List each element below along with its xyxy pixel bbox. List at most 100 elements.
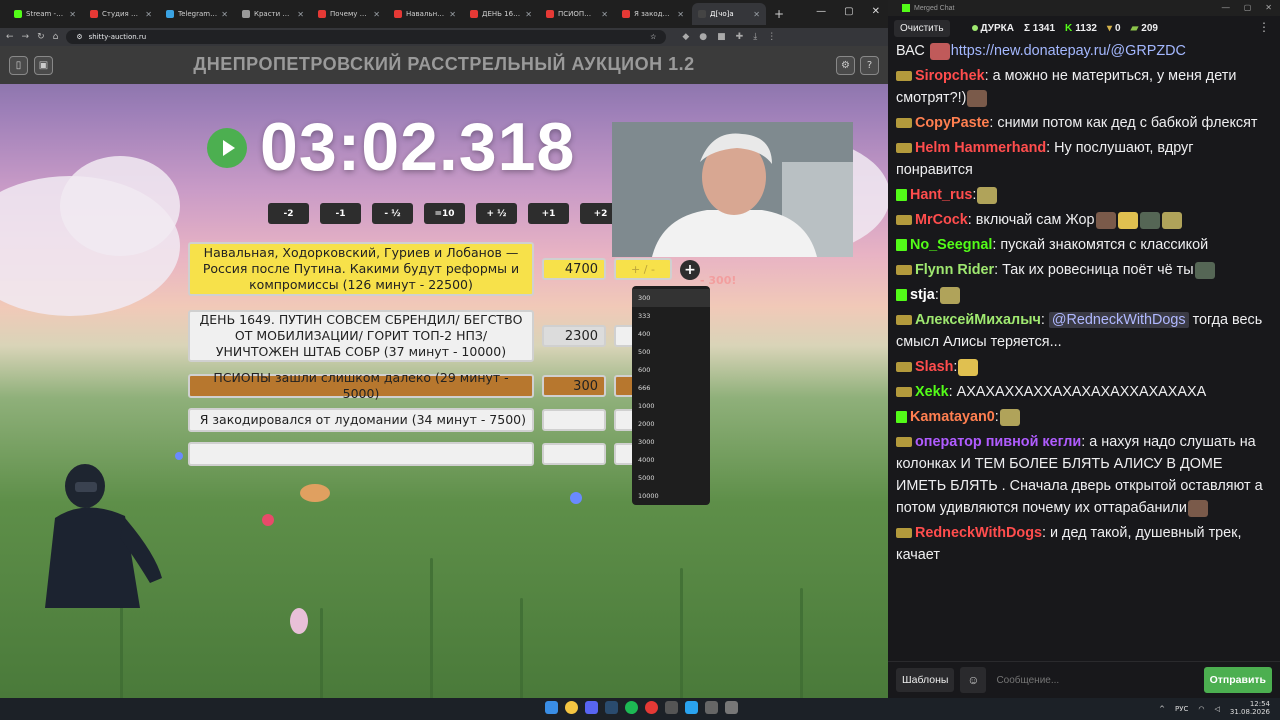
back-icon[interactable]: ← [6,32,14,42]
chat-mention[interactable]: @RedneckWithDogs [1048,312,1189,328]
chrome-icon[interactable] [565,701,578,714]
add-amount-button[interactable]: + [680,260,700,280]
chat-username[interactable]: No_Seegnal [910,237,992,253]
chat-username[interactable]: оператор пивной кегли [915,434,1081,450]
chat-username[interactable]: АлексейМихалыч [915,312,1041,328]
help-icon[interactable]: ? [860,56,879,75]
dropdown-option[interactable]: 300 [632,289,710,307]
dropdown-option[interactable]: 5000 [632,469,710,487]
tab-close-icon[interactable]: ✕ [601,10,608,19]
chat-username[interactable]: Slash [915,359,953,375]
url-field[interactable]: ⚙ shitty-auction.ru ☆ [66,30,667,44]
chat-username[interactable]: Helm Hammerhand [915,140,1046,156]
browser-tab[interactable]: Навальная, Хо✕ [388,3,462,25]
settings-gear-icon[interactable]: ⚙ [836,56,855,75]
close-icon[interactable]: ✕ [872,6,880,17]
chat-username[interactable]: MrCock [915,212,968,228]
templates-button[interactable]: Шаблоны [896,668,955,692]
wifi-icon[interactable]: ◠ [1198,705,1204,713]
minimize-icon[interactable]: — [816,6,826,17]
spotify-icon[interactable] [625,701,638,714]
menu-dots-icon[interactable]: ⋮ [767,32,776,42]
chat-link[interactable]: https://new.donatepay.ru/@GRPZDC [951,43,1186,59]
lot-amount[interactable]: 4700 [542,258,606,280]
chat-username[interactable]: Hant_rus [910,187,972,203]
browser-tab[interactable]: Красти Краб ✕ [236,3,310,25]
browser-tab[interactable]: Stream - Kick ✕ [8,3,82,25]
timer-step-button[interactable]: =10 [424,203,465,224]
tab-close-icon[interactable]: ✕ [69,10,76,19]
send-button[interactable]: Отправить [1203,667,1272,693]
new-tab-icon[interactable]: + [774,7,784,21]
timer-step-button[interactable]: - ½ [372,203,413,224]
tray-chevron-icon[interactable]: ^ [1159,705,1165,713]
lot-amount[interactable]: 2300 [542,325,606,347]
lot-name[interactable]: ДЕНЬ 1649. ПУТИН СОВСЕМ СБРЕНДИЛ/ БЕГСТВ… [188,310,534,362]
dropdown-option[interactable]: 3000 [632,433,710,451]
chat-username[interactable]: CopyPaste [915,115,989,131]
timer-step-button[interactable]: +1 [528,203,569,224]
app-icon[interactable] [665,701,678,714]
dropdown-option[interactable]: 1000 [632,397,710,415]
home-icon[interactable]: ⌂ [53,32,59,42]
tab-close-icon[interactable]: ✕ [753,10,760,19]
obs-icon[interactable] [645,701,658,714]
extension-icon[interactable]: ● [699,32,707,42]
browser-tab[interactable]: Я закодирова ✕ [616,3,690,25]
site-info-icon[interactable]: ⚙ [76,33,82,41]
app-icon[interactable] [725,701,738,714]
chat-menu-icon[interactable]: ⋮ [1258,20,1270,34]
browser-tab[interactable]: Д[чo]a ✕ [692,3,766,25]
lot-name[interactable]: Я закодировался от лудомании (34 минут -… [188,408,534,432]
start-icon[interactable] [545,701,558,714]
tab-close-icon[interactable]: ✕ [145,10,152,19]
browser-tab[interactable]: ПСИОПЫ заш ✕ [540,3,614,25]
chat-message-input[interactable] [992,667,1198,693]
puzzle-icon[interactable]: ✚ [736,32,744,42]
lot-amount[interactable]: 300 [542,375,606,397]
telegram-icon[interactable] [685,701,698,714]
download-icon[interactable]: ⤓ [753,32,757,42]
bookmark-star-icon[interactable]: ☆ [650,33,656,41]
browser-tab[interactable]: ДЕНЬ 1649. П ✕ [464,3,538,25]
lot-amount[interactable] [542,409,606,431]
maximize-icon[interactable]: ▢ [1244,3,1252,12]
browser-tab[interactable]: Почему самы ✕ [312,3,386,25]
chat-username[interactable]: Kamatayan0 [910,409,995,425]
lang-indicator[interactable]: РУС [1175,705,1188,713]
browser-tab[interactable]: Студия — VK ✕ [84,3,158,25]
tab-close-icon[interactable]: ✕ [297,10,304,19]
steam-icon[interactable] [605,701,618,714]
clear-chat-button[interactable]: Очистить [894,19,950,37]
play-button[interactable] [207,128,247,168]
dropdown-option[interactable]: 4000 [632,451,710,469]
extension-icon[interactable]: ■ [717,32,726,42]
lot-name[interactable] [188,442,534,466]
close-icon[interactable]: ✕ [1265,3,1272,12]
lot-name[interactable]: Навальная, Ходорковский, Гуриев и Лобано… [188,242,534,296]
dropdown-option[interactable]: 333 [632,307,710,325]
reload-icon[interactable]: ↻ [37,32,45,42]
chat-username[interactable]: RedneckWithDogs [915,525,1042,541]
app-icon[interactable] [705,701,718,714]
timer-step-button[interactable]: -2 [268,203,309,224]
tab-close-icon[interactable]: ✕ [373,10,380,19]
tab-close-icon[interactable]: ✕ [525,10,532,19]
lot-plus-minus-field[interactable]: + / - [614,258,672,280]
clock[interactable]: 12:54 31.08.2026 [1230,700,1270,716]
dropdown-option[interactable]: 400 [632,325,710,343]
volume-icon[interactable]: ◁ [1215,705,1220,713]
tab-close-icon[interactable]: ✕ [677,10,684,19]
minimize-icon[interactable]: — [1222,3,1230,12]
dropdown-option[interactable]: 600 [632,361,710,379]
lot-name[interactable]: ПСИОПЫ зашли слишком далеко (29 минут - … [188,370,534,401]
dropdown-option[interactable]: 500 [632,343,710,361]
tab-close-icon[interactable]: ✕ [221,10,228,19]
maximize-icon[interactable]: ▢ [844,6,853,17]
dropdown-option[interactable]: 666 [632,379,710,397]
timer-step-button[interactable]: + ½ [476,203,517,224]
emoji-picker-icon[interactable]: ☺ [960,667,987,693]
dropdown-option[interactable]: 2000 [632,415,710,433]
lot-amount[interactable] [542,443,606,465]
timer-step-button[interactable]: -1 [320,203,361,224]
